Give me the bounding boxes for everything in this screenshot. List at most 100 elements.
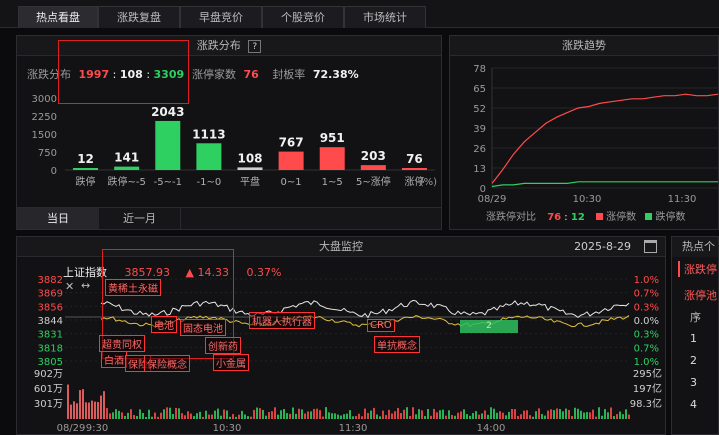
legend-down-count: 12 — [570, 212, 585, 223]
down-legend: 跌停数 — [655, 212, 686, 223]
volume-bar — [499, 411, 501, 419]
bar[interactable] — [278, 151, 304, 170]
volume-bar — [250, 416, 252, 419]
bar[interactable] — [196, 143, 222, 170]
bar[interactable] — [73, 168, 99, 170]
volume-bar — [307, 411, 309, 419]
monitor-title: 大盘监控 — [319, 240, 363, 253]
y-tick-label: 65 — [473, 84, 486, 95]
distribution-panel: 涨跌分布 ? 涨跌分布 1997 : 108 : 3309 涨停家数 76 封板… — [16, 35, 442, 230]
concept-tag[interactable]: 创新药 — [205, 337, 241, 354]
distribution-title: 涨跌分布 — [196, 39, 241, 52]
volume-bar — [151, 416, 153, 419]
volume-bar — [355, 416, 357, 419]
volume-bar — [607, 412, 609, 419]
concept-tag[interactable]: 超贵同权 — [99, 335, 145, 352]
volume-bar — [247, 416, 249, 419]
top-tab-bar: 热点看盘 涨跌复盘 早盘竞价 个股竞价 市场统计 — [0, 0, 719, 28]
bar[interactable] — [155, 120, 181, 170]
concept-tag[interactable]: 白酒 — [101, 351, 127, 368]
hot-panel-subtab[interactable]: 涨停池 — [684, 287, 717, 303]
volume-bar — [232, 414, 234, 419]
volume-tick-label: 902万 — [34, 369, 63, 380]
bar[interactable] — [237, 167, 263, 170]
volume-bar — [595, 416, 597, 419]
amount-tick-label: 197亿 — [633, 382, 662, 395]
volume-bar — [178, 408, 180, 419]
bar[interactable] — [360, 165, 386, 170]
y-tick-label: 0 — [51, 166, 57, 177]
category-label: 1~5 — [322, 177, 343, 188]
volume-bar — [562, 411, 564, 419]
concept-tag[interactable]: CRO — [367, 319, 395, 332]
table-row[interactable]: 4 — [690, 398, 697, 411]
tab-morning-auction[interactable]: 早盘竞价 — [180, 6, 262, 28]
category-label: 0~1 — [281, 177, 302, 188]
volume-bar — [442, 409, 444, 419]
volume-bar — [220, 415, 222, 419]
volume-bar — [190, 413, 192, 419]
tab-hot-watch[interactable]: 热点看盘 — [18, 6, 98, 28]
volume-bar — [340, 415, 342, 419]
concept-tag[interactable]: 保险概念 — [144, 355, 190, 372]
volume-bar — [349, 410, 351, 419]
hot-panel-tab[interactable]: 涨跌停 — [678, 261, 717, 277]
volume-bar — [112, 412, 114, 419]
volume-bar — [310, 411, 312, 419]
volume-bar — [271, 411, 273, 419]
volume-bar — [589, 412, 591, 419]
table-row[interactable]: 2 — [690, 354, 697, 367]
subtab-month[interactable]: 近一月 — [99, 208, 181, 229]
table-row[interactable]: 3 — [690, 376, 697, 389]
volume-bar — [523, 410, 525, 419]
volume-bar — [157, 416, 159, 419]
bar[interactable] — [319, 147, 345, 170]
bar[interactable] — [114, 166, 140, 170]
volume-bar — [226, 410, 228, 419]
pct-tick-label: 0.0% — [634, 316, 659, 327]
concept-tag[interactable]: 黄稀土永磁 — [105, 279, 161, 296]
pct-tick-label: 1.0% — [634, 357, 659, 368]
tab-stock-auction[interactable]: 个股竞价 — [262, 6, 344, 28]
tab-review[interactable]: 涨跌复盘 — [98, 6, 180, 28]
calendar-icon[interactable] — [644, 240, 657, 253]
volume-bar — [379, 416, 381, 419]
volume-bar — [115, 409, 117, 419]
volume-bar — [91, 400, 93, 419]
table-row[interactable]: 1 — [690, 332, 697, 345]
volume-bar — [532, 416, 534, 419]
volume-bar — [427, 409, 429, 419]
volume-bar — [262, 409, 264, 419]
volume-bar — [136, 415, 138, 419]
green-bar[interactable]: 2 — [460, 320, 518, 333]
concept-tag[interactable]: 固态电池 — [180, 319, 226, 336]
concept-tag[interactable]: 小金属 — [213, 354, 249, 371]
volume-bar — [526, 410, 528, 419]
help-icon[interactable]: ? — [248, 40, 262, 53]
volume-bar — [196, 413, 198, 419]
volume-bar — [481, 413, 483, 419]
volume-bar — [565, 408, 567, 419]
limit-label: 涨停家数 — [192, 68, 236, 81]
volume-bar — [163, 409, 165, 419]
volume-bar — [370, 410, 372, 419]
volume-bar — [619, 411, 621, 419]
category-label: -1~0 — [197, 177, 222, 188]
concept-tag[interactable]: 机器人执行器 — [249, 312, 315, 329]
x-tick-label: 08/29 — [478, 194, 507, 205]
tab-market-stats[interactable]: 市场统计 — [344, 6, 426, 28]
subtab-today[interactable]: 当日 — [17, 208, 99, 229]
volume-bar — [376, 414, 378, 419]
bar[interactable] — [401, 168, 427, 170]
concept-tag[interactable]: 单抗概念 — [374, 336, 420, 353]
concept-tag[interactable]: 电池 — [151, 316, 177, 333]
volume-bar — [361, 416, 363, 419]
volume-bar — [520, 414, 522, 419]
volume-bar — [73, 401, 75, 419]
seal-value: 72.38% — [312, 68, 359, 81]
volume-bar — [343, 414, 345, 419]
volume-bar — [331, 413, 333, 419]
volume-bar — [238, 414, 240, 419]
bar-value-label: 203 — [361, 149, 386, 163]
volume-bar — [412, 407, 414, 419]
